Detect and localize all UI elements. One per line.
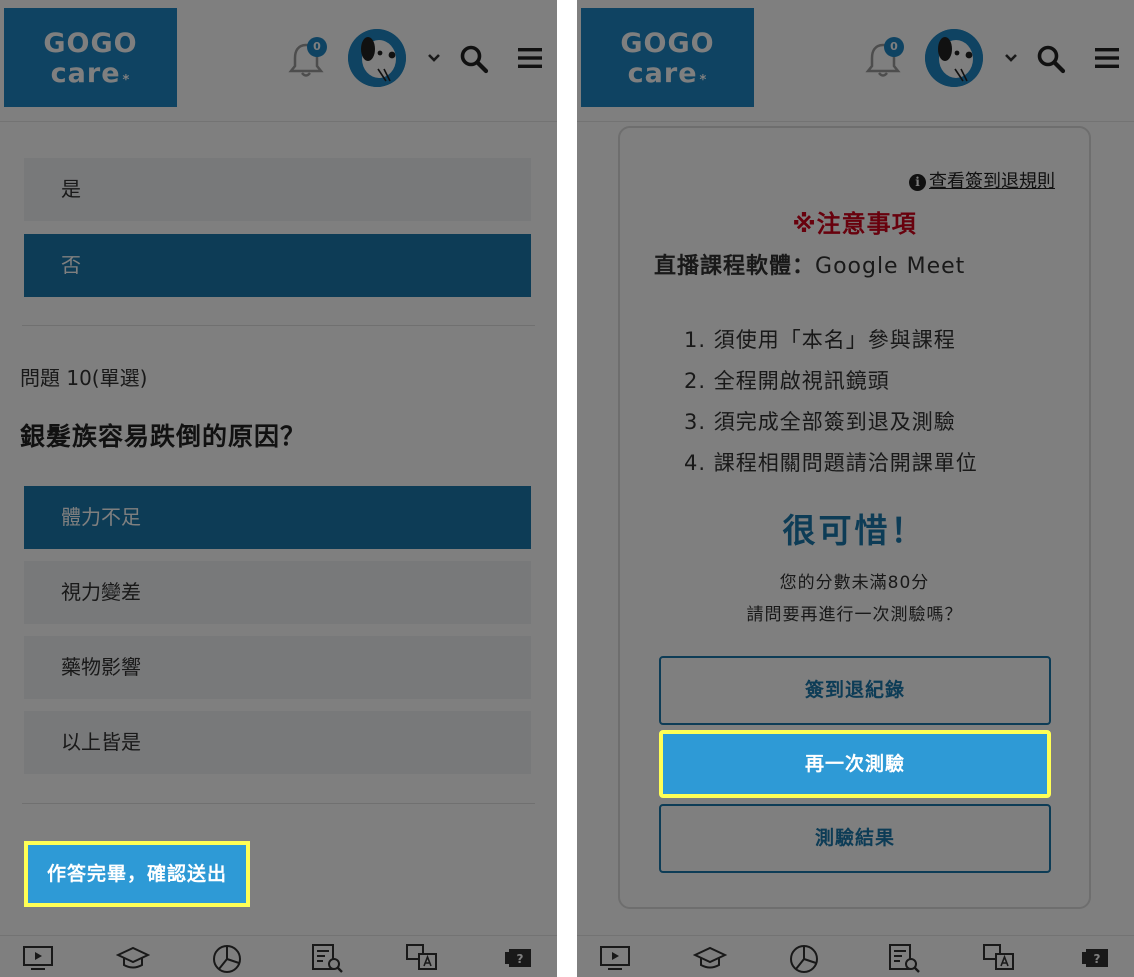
- logo-mark: *: [122, 73, 131, 88]
- record-search-icon[interactable]: [887, 942, 921, 974]
- app-header: GOGO care * 0: [577, 0, 1134, 122]
- score-message: 您的分數未滿80分: [779, 573, 930, 593]
- question-text: 銀髮族容易跌倒的原因？: [20, 422, 307, 451]
- logo-mark: *: [699, 73, 708, 88]
- gogocare-logo[interactable]: GOGO care *: [581, 8, 754, 107]
- rule-item: 1. 須使用「本名」參與課程: [684, 328, 956, 352]
- record-search-icon[interactable]: [310, 942, 344, 974]
- answer-option-no[interactable]: 否: [24, 234, 531, 297]
- logo-text-bottom: care: [50, 58, 121, 89]
- result-title: 很可惜！: [782, 511, 927, 550]
- dog-avatar-icon: [925, 29, 983, 87]
- gogocare-logo[interactable]: GOGO care *: [4, 8, 177, 107]
- checkin-rules-link[interactable]: i 查看簽到退規則: [909, 167, 1055, 193]
- menu-icon[interactable]: [517, 46, 543, 70]
- pie-chart-icon[interactable]: [211, 942, 245, 974]
- quiz-results-button[interactable]: 測驗結果: [659, 804, 1051, 873]
- translate-icon[interactable]: [982, 942, 1016, 974]
- bottom-nav: ?: [577, 935, 1134, 977]
- graduation-cap-icon[interactable]: [116, 942, 150, 974]
- info-icon: i: [909, 174, 926, 191]
- checkin-records-button[interactable]: 簽到退紀錄: [659, 656, 1051, 725]
- menu-icon[interactable]: [1094, 46, 1120, 70]
- divider: [22, 325, 535, 326]
- software-label: 直播課程軟體：: [654, 254, 816, 279]
- course-video-icon[interactable]: [21, 942, 55, 974]
- app-header: GOGO care * 0: [0, 0, 557, 122]
- avatar[interactable]: [348, 29, 406, 87]
- bottom-nav: ?: [0, 935, 557, 977]
- question-number: 問題 10(單選): [20, 366, 148, 390]
- logo-text-top: GOGO: [43, 28, 138, 59]
- answer-option[interactable]: 體力不足: [24, 486, 531, 549]
- rule-item: 2. 全程開啟視訊鏡頭: [684, 369, 890, 393]
- checkin-rules-label: 查看簽到退規則: [929, 171, 1055, 192]
- chevron-down-icon[interactable]: [427, 52, 441, 64]
- result-screen: GOGO care * 0 i 查看簽到退規則 ※注意事項 直播課程軟體：Goo…: [577, 0, 1134, 977]
- chevron-down-icon[interactable]: [1004, 52, 1018, 64]
- translate-icon[interactable]: [405, 942, 439, 974]
- help-ticket-icon[interactable]: ?: [1079, 942, 1113, 974]
- software-value: Google Meet: [815, 254, 966, 279]
- answer-option[interactable]: 藥物影響: [24, 636, 531, 699]
- quiz-screen: GOGO care * 0 是 否 問題 10(單選) 銀髮族容易跌倒的原因？ …: [0, 0, 557, 977]
- rule-item: 4. 課程相關問題請洽開課單位: [684, 451, 978, 475]
- answer-option[interactable]: 視力變差: [24, 561, 531, 624]
- help-ticket-icon[interactable]: ?: [502, 942, 536, 974]
- notification-badge: 0: [884, 37, 904, 57]
- dog-avatar-icon: [348, 29, 406, 87]
- answer-option-yes[interactable]: 是: [24, 158, 531, 221]
- avatar[interactable]: [925, 29, 983, 87]
- rules-list: 1. 須使用「本名」參與課程 2. 全程開啟視訊鏡頭 3. 須完成全部簽到退及測…: [684, 320, 978, 484]
- rule-item: 3. 須完成全部簽到退及測驗: [684, 410, 956, 434]
- answer-option[interactable]: 以上皆是: [24, 711, 531, 774]
- search-icon[interactable]: [459, 44, 489, 74]
- retake-quiz-button[interactable]: 再一次測驗: [659, 730, 1051, 798]
- graduation-cap-icon[interactable]: [693, 942, 727, 974]
- notice-title: ※注意事項: [792, 210, 917, 238]
- retake-prompt: 請問要再進行一次測驗嗎？: [746, 605, 963, 625]
- search-icon[interactable]: [1036, 44, 1066, 74]
- submit-answers-button[interactable]: 作答完畢，確認送出: [24, 841, 250, 907]
- notification-badge: 0: [307, 37, 327, 57]
- divider: [22, 803, 535, 804]
- svg-text:?: ?: [1094, 952, 1101, 966]
- svg-text:?: ?: [517, 952, 524, 966]
- logo-text-top: GOGO: [620, 28, 715, 59]
- course-video-icon[interactable]: [598, 942, 632, 974]
- pie-chart-icon[interactable]: [788, 942, 822, 974]
- live-software: 直播課程軟體：Google Meet: [654, 248, 965, 280]
- logo-text-bottom: care: [627, 58, 698, 89]
